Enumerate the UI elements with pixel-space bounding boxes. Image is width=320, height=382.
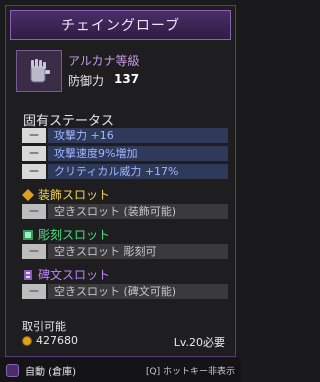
price-row: 427680 — [22, 334, 78, 347]
stat-dash: ー — [22, 128, 46, 143]
tradeable-label: 取引可能 — [22, 320, 66, 333]
item-tooltip-panel: チェイングローブ アルカナ等級 防御力 137 固有ステータス ー 攻撃力 +1… — [5, 5, 236, 357]
slot-text: 空きスロット (碑文可能) — [48, 284, 228, 299]
engrave-slot-row: ー 空きスロット 彫刻可 — [22, 244, 228, 259]
slot-dash: ー — [22, 204, 46, 219]
auto-storage-label[interactable]: 自動 (倉庫) — [25, 363, 76, 378]
stat-text: 攻撃速度9%増加 — [48, 146, 228, 161]
price-value: 427680 — [36, 334, 78, 347]
slot-text: 空きスロット 彫刻可 — [48, 244, 228, 259]
defense-value: 137 — [114, 72, 140, 86]
gold-coin-icon — [22, 335, 32, 346]
rune-slot-title-text: 碑文スロット — [38, 268, 111, 282]
glove-icon-graphic — [30, 59, 50, 83]
slot-text: 空きスロット (装飾可能) — [48, 204, 228, 219]
defense-label: 防御力 — [68, 74, 105, 88]
fixed-status-title: 固有ステータス — [23, 114, 115, 129]
rune-slot-row: ー 空きスロット (碑文可能) — [22, 284, 228, 299]
stat-dash: ー — [22, 146, 46, 161]
stat-dash: ー — [22, 164, 46, 179]
rune-icon — [22, 269, 34, 281]
slot-dash: ー — [22, 284, 46, 299]
engrave-icon — [22, 229, 34, 241]
stat-row: ー 攻撃速度9%増加 — [22, 146, 228, 161]
ornament-icon — [22, 189, 34, 201]
engrave-slot-title-text: 彫刻スロット — [38, 228, 111, 242]
tooltip-footer: 自動 (倉庫) [Q] ホットキー非表示 — [0, 358, 241, 382]
auto-storage-icon[interactable] — [6, 363, 19, 377]
stat-row: ー クリティカル威力 +17% — [22, 164, 228, 179]
engrave-slot-title: 彫刻スロット — [22, 226, 110, 243]
ornament-slot-row: ー 空きスロット (装飾可能) — [22, 204, 228, 219]
slot-dash: ー — [22, 244, 46, 259]
ornament-slot-title: 装飾スロット — [22, 186, 110, 203]
item-name-title: チェイングローブ — [10, 10, 231, 40]
level-requirement: Lv.20必要 — [173, 336, 225, 349]
ornament-slot-title-text: 装飾スロット — [38, 188, 111, 202]
item-grade: アルカナ等級 — [68, 54, 140, 68]
glove-icon — [16, 50, 62, 92]
stat-row: ー 攻撃力 +16 — [22, 128, 228, 143]
stat-text: クリティカル威力 +17% — [48, 164, 228, 179]
hotkey-hint: [Q] ホットキー非表示 — [146, 366, 235, 377]
stat-text: 攻撃力 +16 — [48, 128, 228, 143]
rune-slot-title: 碑文スロット — [22, 266, 110, 283]
